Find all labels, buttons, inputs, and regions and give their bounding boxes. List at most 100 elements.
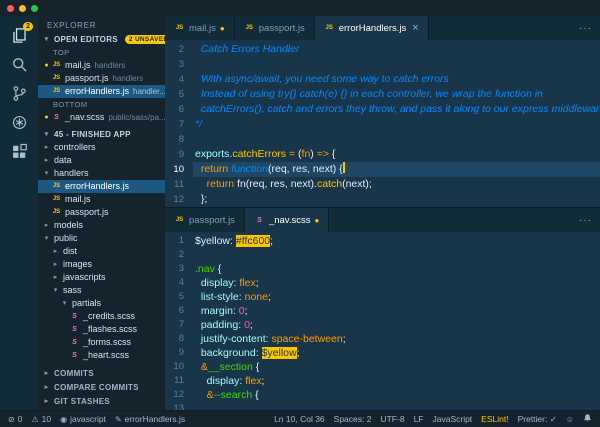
code-line[interactable]: 11 return fn(req, res, next).catch(next)… bbox=[165, 177, 600, 192]
code-line[interactable]: 3 .nav { bbox=[165, 262, 600, 276]
tree-item[interactable]: JS errorHandlers.js bbox=[38, 180, 165, 193]
code-line[interactable]: 5 Instead of using try{} catch(e) {} in … bbox=[165, 87, 600, 102]
section-compare-commits[interactable]: ▸ COMPARE COMMITS bbox=[38, 380, 165, 394]
code-line[interactable]: 10 return function(req, res, next) { bbox=[165, 162, 600, 177]
code-line[interactable]: 4 With async/await, you need some way to… bbox=[165, 72, 600, 87]
code-line[interactable]: 5 list-style: none; bbox=[165, 290, 600, 304]
close-icon[interactable]: × bbox=[412, 22, 418, 34]
status-language-mode[interactable]: JavaScript bbox=[432, 414, 472, 424]
token: & bbox=[200, 361, 208, 373]
code-line[interactable]: 8 bbox=[165, 132, 600, 147]
tree-item[interactable]: ▸ models bbox=[38, 219, 165, 232]
code-line[interactable]: 7 padding: 0; bbox=[165, 318, 600, 332]
status-spellcheck-language[interactable]: ◉ javascript bbox=[60, 414, 106, 424]
status-problems-warnings[interactable]: ⚠ 10 bbox=[31, 414, 51, 424]
tree-item[interactable]: JS mail.js bbox=[38, 193, 165, 206]
code-line[interactable]: 4 display: flex; bbox=[165, 276, 600, 290]
code-line[interactable]: 8 justify-content: space-between; bbox=[165, 332, 600, 346]
tree-item[interactable]: ▸ controllers bbox=[38, 141, 165, 154]
folder-root-header[interactable]: ▾ 45 - FINISHED APP bbox=[38, 127, 165, 141]
code-line[interactable]: 10 &__section { bbox=[165, 360, 600, 374]
tree-item[interactable]: ▸ images bbox=[38, 258, 165, 271]
code-editor-bottom[interactable]: 1 $yellow: #ffc600; 2 3 .nav {4 display: fle… bbox=[165, 232, 600, 410]
status-text: javascript bbox=[70, 414, 106, 424]
source-control-activity-button[interactable] bbox=[0, 79, 38, 108]
tree-item[interactable]: S _forms.scss bbox=[38, 336, 165, 349]
tree-item[interactable]: S _flashes.scss bbox=[38, 323, 165, 336]
section-label: GIT STASHES bbox=[54, 396, 111, 406]
status-problems-errors[interactable]: ⊘ 0 bbox=[8, 414, 22, 424]
chevron-right-icon: ▸ bbox=[44, 398, 49, 405]
tree-item[interactable]: JS passport.js bbox=[38, 206, 165, 219]
open-editor-item[interactable]: JS passport.js handlers bbox=[38, 72, 165, 85]
line-number: 11 bbox=[174, 375, 184, 386]
code-line[interactable]: 12 &--search { bbox=[165, 388, 600, 402]
section-git-stashes[interactable]: ▸ GIT STASHES bbox=[38, 394, 165, 408]
more-actions-button[interactable]: ··· bbox=[571, 16, 600, 40]
tree-item-label: data bbox=[54, 155, 72, 165]
tree-item[interactable]: ▸ dist bbox=[38, 245, 165, 258]
tab-mail.js[interactable]: JS mail.js ● bbox=[165, 16, 235, 40]
token: .nav bbox=[195, 263, 215, 275]
code-line[interactable]: 13 bbox=[165, 402, 600, 410]
tree-item[interactable]: ▾ handlers bbox=[38, 167, 165, 180]
code-line[interactable]: 3 bbox=[165, 57, 600, 72]
open-editor-item[interactable]: ● JS mail.js handlers bbox=[38, 59, 165, 72]
sidebar-title: EXPLORER bbox=[47, 21, 97, 30]
debug-activity-button[interactable] bbox=[0, 108, 38, 137]
status-indentation[interactable]: Spaces: 2 bbox=[334, 414, 372, 424]
tree-item[interactable]: ▸ javascripts bbox=[38, 271, 165, 284]
status-cursor-position[interactable]: Ln 10, Col 36 bbox=[274, 414, 325, 424]
line-content bbox=[193, 402, 600, 410]
status-encoding[interactable]: UTF-8 bbox=[380, 414, 404, 424]
code-line[interactable]: 9 background: $yellow; bbox=[165, 346, 600, 360]
explorer-activity-button[interactable]: 2 bbox=[0, 21, 38, 50]
code-line[interactable]: 2 Catch Errors Handler bbox=[165, 42, 600, 57]
status-notifications-bell[interactable] bbox=[583, 413, 592, 425]
tree-item[interactable]: S _credits.scss bbox=[38, 310, 165, 323]
status-feedback-smiley[interactable]: ☺ bbox=[566, 415, 574, 424]
code-line[interactable]: 12 }; bbox=[165, 192, 600, 207]
status-eslint[interactable]: ESLint! bbox=[481, 414, 508, 424]
status-active-file[interactable]: ✎ errorHandlers.js bbox=[115, 414, 185, 424]
code-line[interactable]: 1 $yellow: #ffc600; bbox=[165, 234, 600, 248]
open-editor-item[interactable]: ● S _nav.scss public/sass/pa... bbox=[38, 111, 165, 124]
line-content: justify-content: space-between; bbox=[193, 332, 600, 346]
code-line[interactable]: 6 margin: 0; bbox=[165, 304, 600, 318]
open-editor-item[interactable]: JS errorHandlers.js handler... bbox=[38, 85, 165, 98]
section-commits[interactable]: ▸ COMMITS bbox=[38, 366, 165, 380]
file-tree: ▸ controllers ▸ data ▾ handlers JS errorHandler… bbox=[38, 141, 165, 366]
extensions-activity-button[interactable] bbox=[0, 137, 38, 166]
token: (req, res, next) { bbox=[267, 163, 343, 175]
code-line[interactable]: 7 */ bbox=[165, 117, 600, 132]
minimize-window-button[interactable] bbox=[19, 4, 26, 12]
tree-item[interactable]: ▾ public bbox=[38, 232, 165, 245]
zoom-window-button[interactable] bbox=[31, 4, 38, 12]
token: { bbox=[252, 361, 260, 373]
code-editor-top[interactable]: 2 Catch Errors Handler 3 4 With async/awai… bbox=[165, 40, 600, 207]
tree-item[interactable]: S _heart.scss bbox=[38, 349, 165, 362]
tree-item[interactable]: ▾ sass bbox=[38, 284, 165, 297]
status-prettier[interactable]: Prettier: ✓ bbox=[518, 414, 557, 425]
code-line[interactable]: 6 catchErrors(), catch and errors they t… bbox=[165, 102, 600, 117]
tree-item-label: passport.js bbox=[65, 207, 109, 217]
token: justify-content bbox=[200, 333, 266, 345]
tree-item[interactable]: ▸ data bbox=[38, 154, 165, 167]
more-actions-button[interactable]: ··· bbox=[571, 208, 600, 232]
line-content: list-style: none; bbox=[193, 290, 600, 304]
search-activity-button[interactable] bbox=[0, 50, 38, 79]
search-icon bbox=[12, 58, 27, 72]
tab-errorHandlers.js[interactable]: JS errorHandlers.js × bbox=[314, 16, 429, 40]
tab-_nav.scss[interactable]: S _nav.scss ● bbox=[244, 208, 330, 232]
chevron-right-icon: ▸ bbox=[44, 222, 49, 229]
code-line[interactable]: 2 bbox=[165, 248, 600, 262]
close-window-button[interactable] bbox=[7, 4, 14, 12]
code-line[interactable]: 11 display: flex; bbox=[165, 374, 600, 388]
tab-passport.js[interactable]: JS passport.js bbox=[234, 16, 315, 40]
status-eol[interactable]: LF bbox=[414, 414, 424, 424]
section-label: COMPARE COMMITS bbox=[54, 382, 139, 392]
open-editors-header[interactable]: ▾ OPEN EDITORS 2 UNSAVED bbox=[38, 32, 165, 46]
tree-item[interactable]: ▾ partials bbox=[38, 297, 165, 310]
tab-passport.js[interactable]: JS passport.js bbox=[165, 208, 245, 232]
code-line[interactable]: 9 exports.catchErrors = (fn) => { bbox=[165, 147, 600, 162]
